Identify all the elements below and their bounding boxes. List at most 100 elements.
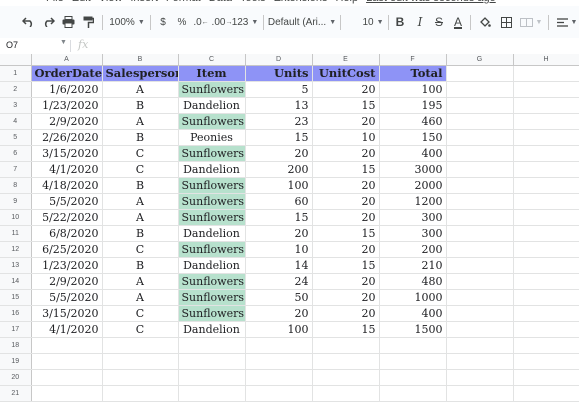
cell[interactable]: 10 — [312, 129, 380, 146]
header-cell[interactable]: UnitCost — [312, 65, 380, 82]
chevron-down-icon[interactable]: ▼ — [60, 39, 67, 46]
print-icon[interactable] — [60, 6, 76, 38]
cell[interactable] — [513, 369, 579, 386]
cell[interactable] — [178, 337, 246, 354]
row-header[interactable]: 15 — [0, 289, 32, 306]
cell[interactable]: A — [102, 273, 179, 290]
cell[interactable]: 1000 — [379, 289, 447, 306]
cell[interactable] — [446, 273, 514, 290]
cell[interactable]: 50 — [245, 289, 313, 306]
cell[interactable] — [446, 145, 514, 162]
cell[interactable] — [513, 97, 579, 114]
menu-item-insert[interactable]: Insert — [130, 0, 158, 4]
cell[interactable]: 400 — [379, 305, 447, 322]
row-header[interactable]: 9 — [0, 193, 32, 210]
cell[interactable] — [312, 337, 380, 354]
cell[interactable]: 5/22/2020 — [31, 209, 103, 226]
cell[interactable] — [513, 225, 579, 242]
row-header[interactable]: 1 — [0, 65, 32, 82]
cell[interactable] — [31, 337, 103, 354]
cell[interactable] — [446, 113, 514, 130]
header-cell[interactable]: Item — [178, 65, 246, 82]
cell[interactable]: A — [102, 289, 179, 306]
column-header-c[interactable]: C — [178, 54, 246, 66]
cell[interactable] — [446, 337, 514, 354]
cell[interactable] — [31, 369, 103, 386]
cell[interactable]: Sunflowers — [178, 177, 246, 194]
menu-item-view[interactable]: View — [99, 0, 123, 4]
cell[interactable] — [102, 337, 179, 354]
cell[interactable]: 20 — [312, 177, 380, 194]
cell[interactable] — [312, 353, 380, 370]
cell[interactable]: 100 — [245, 321, 313, 338]
cell[interactable]: 15 — [312, 321, 380, 338]
cell[interactable] — [379, 337, 447, 354]
column-header-d[interactable]: D — [245, 54, 313, 66]
menu-item-file[interactable]: File — [46, 0, 64, 4]
align-select[interactable]: ▼ — [555, 6, 579, 38]
cell[interactable]: 460 — [379, 113, 447, 130]
row-header[interactable]: 17 — [0, 321, 32, 338]
cell[interactable]: 210 — [379, 257, 447, 274]
cell[interactable] — [513, 193, 579, 210]
cell[interactable] — [446, 177, 514, 194]
cell[interactable]: 20 — [312, 113, 380, 130]
cell[interactable] — [245, 337, 313, 354]
cell[interactable]: 300 — [379, 209, 447, 226]
row-header[interactable]: 16 — [0, 305, 32, 322]
cell[interactable] — [513, 353, 579, 370]
column-header-h[interactable]: H — [513, 54, 579, 66]
cell[interactable]: 3/15/2020 — [31, 145, 103, 162]
cell[interactable]: 15 — [245, 209, 313, 226]
cell[interactable] — [513, 177, 579, 194]
column-header-b[interactable]: B — [102, 54, 179, 66]
cell[interactable]: A — [102, 81, 179, 98]
cell[interactable] — [245, 369, 313, 386]
cell[interactable]: 24 — [245, 273, 313, 290]
font-size-select[interactable]: 10 ▼ — [358, 6, 388, 38]
text-color-button[interactable]: A — [452, 6, 464, 38]
cell[interactable] — [446, 161, 514, 178]
cell[interactable] — [513, 81, 579, 98]
cell[interactable] — [446, 241, 514, 258]
row-header[interactable]: 14 — [0, 273, 32, 290]
cell[interactable] — [446, 97, 514, 114]
cell[interactable] — [245, 353, 313, 370]
cell[interactable] — [513, 305, 579, 322]
cell[interactable]: 20 — [312, 81, 380, 98]
cell[interactable] — [446, 129, 514, 146]
merge-cells-select[interactable]: ▼ — [518, 6, 544, 38]
undo-icon[interactable] — [20, 6, 36, 38]
menu-item-tools[interactable]: Tools — [240, 0, 266, 4]
paint-format-icon[interactable] — [80, 6, 96, 38]
cell[interactable]: Sunflowers — [178, 289, 246, 306]
menu-item-help[interactable]: Help — [335, 0, 358, 4]
spreadsheet-grid[interactable]: A B C D E F G H 1 OrderDate Salesperson Item Units Un… — [0, 54, 579, 402]
cell[interactable]: 3/15/2020 — [31, 305, 103, 322]
cell[interactable]: A — [102, 193, 179, 210]
cell[interactable]: Dandelion — [178, 97, 246, 114]
cell[interactable]: 4/1/2020 — [31, 161, 103, 178]
cell[interactable]: 2/9/2020 — [31, 113, 103, 130]
cell[interactable]: 15 — [312, 97, 380, 114]
cell[interactable]: 4/18/2020 — [31, 177, 103, 194]
cell[interactable]: Dandelion — [178, 257, 246, 274]
cell[interactable] — [31, 353, 103, 370]
cell[interactable]: 200 — [379, 241, 447, 258]
borders-icon[interactable] — [499, 6, 513, 38]
cell[interactable]: 20 — [312, 193, 380, 210]
row-header[interactable]: 19 — [0, 353, 32, 370]
cell[interactable] — [513, 337, 579, 354]
row-header[interactable]: 7 — [0, 161, 32, 178]
cell[interactable] — [513, 161, 579, 178]
cell[interactable] — [446, 321, 514, 338]
cell[interactable]: 3000 — [379, 161, 447, 178]
cell[interactable]: 150 — [379, 129, 447, 146]
name-box[interactable]: O7 — [6, 40, 18, 50]
cell[interactable]: C — [102, 161, 179, 178]
cell[interactable]: 480 — [379, 273, 447, 290]
number-format-select[interactable]: 123 ▼ — [232, 6, 259, 38]
cell[interactable]: 400 — [379, 145, 447, 162]
select-all-corner[interactable] — [0, 54, 32, 66]
cell[interactable] — [446, 193, 514, 210]
